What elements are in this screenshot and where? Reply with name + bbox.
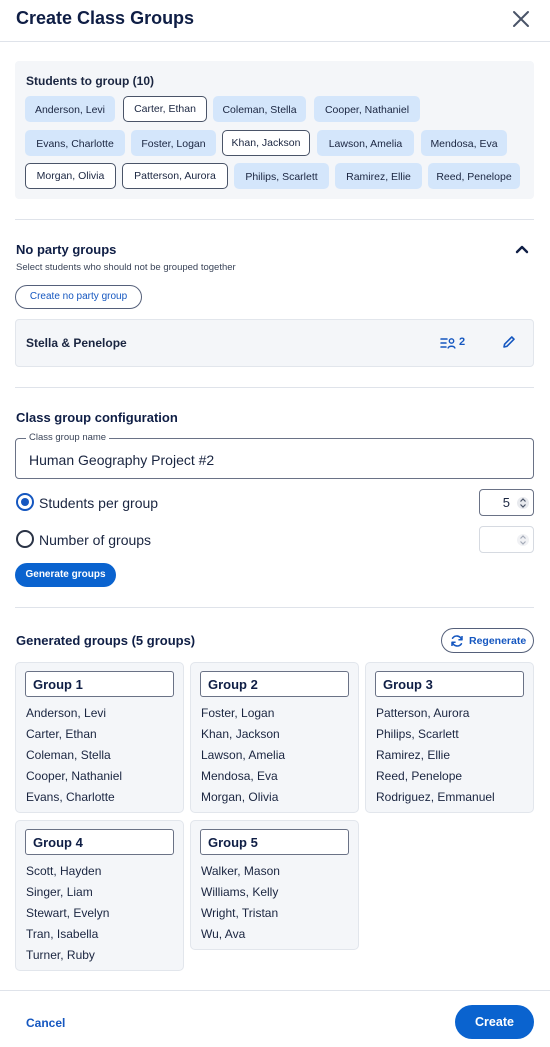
group-name-field[interactable]: Group 1 [25,671,174,697]
group-member: Singer, Liam [26,885,93,899]
student-chip[interactable]: Morgan, Olivia [25,163,116,189]
group-member: Khan, Jackson [201,727,280,741]
group-card: Group 4 Scott, Hayden Singer, Liam Stewa… [15,820,184,971]
group-member: Carter, Ethan [26,727,97,741]
number-of-groups-label: Number of groups [39,532,152,548]
edit-pencil-icon[interactable] [502,335,516,349]
student-chip[interactable]: Reed, Penelope [428,163,520,189]
group-member: Lawson, Amelia [201,748,286,762]
stepper-arrows-icon[interactable] [517,495,529,511]
create-no-party-button[interactable]: Create no party group [15,285,142,309]
class-group-name-field[interactable]: Class group name Human Geography Project… [15,432,534,479]
students-label: Students to group (10) [26,74,154,88]
no-party-group-row[interactable]: Stella & Penelope 2 [15,319,534,367]
group-name-field[interactable]: Group 2 [200,671,349,697]
divider [15,219,534,220]
student-chip[interactable]: Carter, Ethan [123,96,207,122]
group-member: Wright, Tristan [201,906,279,920]
group-member: Wu, Ava [201,927,246,941]
group-member: Mendosa, Eva [201,769,278,783]
no-party-subtitle: Select students who should not be groupe… [16,262,236,273]
student-chip[interactable]: Evans, Charlotte [25,130,125,156]
student-chip[interactable]: Patterson, Aurora [122,163,228,189]
student-chip[interactable]: Anderson, Levi [25,96,115,122]
people-list-icon [440,338,456,349]
students-panel: Students to group (10) Anderson, Levi Ca… [15,61,534,199]
class-group-name-label: Class group name [26,432,110,443]
student-chip[interactable]: Ramirez, Ellie [335,163,422,189]
regenerate-button[interactable]: Regenerate [441,628,534,653]
config-title: Class group configuration [16,410,178,425]
group-member: Foster, Logan [201,706,275,720]
group-member: Coleman, Stella [26,748,111,762]
student-chip[interactable]: Philips, Scarlett [234,163,329,189]
student-chip[interactable]: Khan, Jackson [222,130,310,156]
no-party-group-name: Stella & Penelope [26,336,127,350]
group-member: Patterson, Aurora [376,706,470,720]
group-member: Evans, Charlotte [26,790,115,804]
student-chip[interactable]: Foster, Logan [131,130,216,156]
students-per-group-label: Students per group [39,495,159,511]
student-chip[interactable]: Coleman, Stella [213,96,306,122]
group-member: Stewart, Evelyn [26,906,110,920]
regenerate-label: Regenerate [469,635,527,647]
number-of-groups-stepper[interactable] [479,526,534,553]
students-per-group-stepper[interactable]: 5 [479,489,534,516]
stepper-arrows-icon[interactable] [517,532,529,548]
refresh-icon [451,635,463,647]
class-group-name-value[interactable]: Human Geography Project #2 [29,452,214,468]
group-member: Reed, Penelope [376,769,463,783]
group-member: Turner, Ruby [26,948,95,962]
students-per-group-value: 5 [502,495,510,510]
group-member: Tran, Isabella [26,927,99,941]
students-per-group-radio[interactable] [16,493,34,511]
group-name-field[interactable]: Group 3 [375,671,524,697]
group-member: Rodriguez, Emmanuel [376,790,495,804]
generated-title: Generated groups (5 groups) [16,633,196,648]
number-of-groups-radio[interactable] [16,530,34,548]
student-chip[interactable]: Cooper, Nathaniel [314,96,420,122]
group-member: Anderson, Levi [26,706,107,720]
dialog-header: Create Class Groups [0,0,550,42]
group-member: Walker, Mason [201,864,280,878]
student-chip[interactable]: Mendosa, Eva [421,130,507,156]
group-member: Scott, Hayden [26,864,102,878]
group-name-field[interactable]: Group 5 [200,829,349,855]
create-button[interactable]: Create [455,1005,534,1039]
close-icon[interactable] [510,8,532,30]
group-card: Group 3 Patterson, Aurora Philips, Scarl… [365,662,534,813]
group-member: Morgan, Olivia [201,790,279,804]
dialog-footer: Cancel Create [0,990,550,1047]
group-member: Ramirez, Ellie [376,748,451,762]
divider [15,607,534,608]
group-card: Group 5 Walker, Mason Williams, Kelly Wr… [190,820,359,950]
generate-groups-button[interactable]: Generate groups [15,563,116,587]
cancel-button[interactable]: Cancel [26,1016,65,1030]
group-member: Philips, Scarlett [376,727,459,741]
group-card: Group 1 Anderson, Levi Carter, Ethan Col… [15,662,184,813]
chevron-up-icon[interactable] [515,244,529,254]
group-member: Williams, Kelly [201,885,279,899]
student-chip[interactable]: Lawson, Amelia [317,130,414,156]
no-party-group-count: 2 [459,336,466,348]
no-party-title: No party groups [16,242,117,257]
group-card: Group 2 Foster, Logan Khan, Jackson Laws… [190,662,359,813]
group-name-field[interactable]: Group 4 [25,829,174,855]
divider [15,387,534,388]
dialog-title: Create Class Groups [16,8,195,28]
group-member: Cooper, Nathaniel [26,769,123,783]
